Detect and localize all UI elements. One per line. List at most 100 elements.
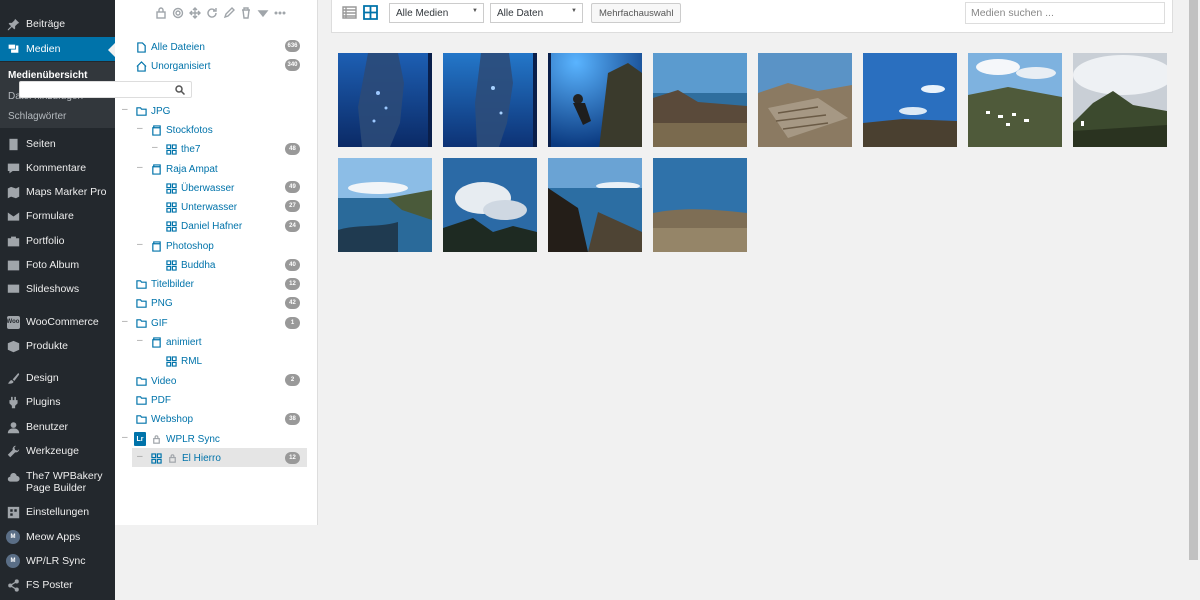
tree-collection-stockfotos[interactable]: Stockfotos xyxy=(150,121,213,139)
share-icon xyxy=(6,578,20,592)
tree-collection-raja-ampat[interactable]: Raja Ampat xyxy=(150,160,218,178)
menu-item-maps-marker-pro[interactable]: Maps Marker Pro xyxy=(0,180,115,204)
menu-item-the7-wpbakery[interactable]: The7 WPBakery Page Builder xyxy=(0,467,115,497)
list-view-icon[interactable] xyxy=(342,5,358,21)
tree-label: PNG xyxy=(151,297,173,309)
gallery-icon xyxy=(165,201,177,213)
media-thumbnail[interactable] xyxy=(443,53,537,147)
tree-label: the7 xyxy=(181,143,201,155)
tree-collection-photoshop[interactable]: Photoshop xyxy=(150,237,214,255)
bulk-select-button[interactable]: Mehrfachauswahl xyxy=(591,3,682,23)
tree-unorganized[interactable]: Unorganisiert xyxy=(135,57,210,75)
tree-label: Buddha xyxy=(181,259,216,271)
move-icon[interactable] xyxy=(189,6,201,20)
settings-icon xyxy=(6,505,20,519)
submenu-media-library[interactable]: Medienübersicht xyxy=(8,70,87,81)
page-scrollbar[interactable] xyxy=(1188,0,1200,600)
tree-gallery-ueberwasser[interactable]: Überwasser xyxy=(165,179,234,197)
menu-item-design[interactable]: Design xyxy=(0,366,115,390)
tree-label: Überwasser xyxy=(181,182,235,194)
tree-label: Photoshop xyxy=(166,240,214,252)
menu-item-produkte[interactable]: Produkte xyxy=(0,334,115,358)
tree-folder-pdf[interactable]: PDF xyxy=(135,391,171,409)
tree-label: GIF xyxy=(151,317,168,329)
menu-item-beitraege[interactable]: Beiträge xyxy=(0,12,115,36)
media-thumbnail[interactable] xyxy=(758,53,852,147)
menu-item-kommentare[interactable]: Kommentare xyxy=(0,156,115,180)
tree-folder-webshop[interactable]: Webshop xyxy=(135,410,193,428)
menu-item-seiten[interactable]: Seiten xyxy=(0,132,115,156)
home-icon xyxy=(135,60,147,72)
submenu-tags[interactable]: Schlagwörter xyxy=(8,111,66,122)
media-thumbnail[interactable] xyxy=(653,53,747,147)
menu-item-portfolio[interactable]: Portfolio xyxy=(0,229,115,253)
media-search-input[interactable] xyxy=(965,2,1165,24)
tree-gallery-daniel-hafner[interactable]: Daniel Hafner xyxy=(165,217,242,235)
menu-item-meow-apps[interactable]: M Meow Apps xyxy=(0,525,115,549)
tree-gallery-the7[interactable]: the7 xyxy=(165,140,200,158)
tree-label: Alle Dateien xyxy=(151,41,205,53)
tree-gallery-buddha[interactable]: Buddha xyxy=(165,256,215,274)
menu-item-einstellungen[interactable]: Einstellungen xyxy=(0,500,115,524)
count-badge: 38 xyxy=(285,413,300,425)
lock-icon[interactable] xyxy=(155,6,167,20)
scrollbar-thumb[interactable] xyxy=(1189,0,1198,560)
collection-icon xyxy=(150,336,162,348)
tree-connector: – xyxy=(122,316,128,327)
tree-search-input[interactable] xyxy=(19,81,192,98)
menu-item-benutzer[interactable]: Benutzer xyxy=(0,415,115,439)
active-menu-indicator xyxy=(108,43,115,57)
trash-icon[interactable] xyxy=(240,6,252,20)
media-thumbnail[interactable] xyxy=(968,53,1062,147)
menu-item-wplr-sync[interactable]: M WP/LR Sync xyxy=(0,549,115,573)
tree-collection-animiert[interactable]: animiert xyxy=(150,333,202,351)
media-thumbnail[interactable] xyxy=(548,53,642,147)
menu-label: Werkzeuge xyxy=(26,445,79,457)
media-thumbnail[interactable] xyxy=(653,158,747,252)
menu-item-formulare[interactable]: Formulare xyxy=(0,204,115,228)
gallery-icon xyxy=(165,355,177,367)
tree-folder-titelbilder[interactable]: Titelbilder xyxy=(135,275,194,293)
count-badge: 1 xyxy=(285,317,300,329)
menu-label: Portfolio xyxy=(26,235,65,247)
tree-folder-video[interactable]: Video xyxy=(135,372,176,390)
menu-item-plugins[interactable]: Plugins xyxy=(0,390,115,414)
folder-icon xyxy=(135,297,147,309)
menu-item-medien[interactable]: Medien xyxy=(0,37,115,61)
media-thumbnail[interactable] xyxy=(1073,53,1167,147)
lock-icon xyxy=(166,452,178,464)
menu-label: Einstellungen xyxy=(26,506,90,518)
media-thumbnail[interactable] xyxy=(338,158,432,252)
gear-icon[interactable] xyxy=(172,6,184,20)
tree-gallery-rml[interactable]: RML xyxy=(165,352,202,370)
tree-label: Stockfotos xyxy=(166,124,213,136)
menu-item-werkzeuge[interactable]: Werkzeuge xyxy=(0,439,115,463)
tree-all-files[interactable]: Alle Dateien xyxy=(135,38,205,56)
menu-item-fs-poster[interactable]: FS Poster xyxy=(0,573,115,597)
tree-wplr-sync[interactable]: Lr WPLR Sync xyxy=(134,430,220,448)
tree-folder-png[interactable]: PNG xyxy=(135,294,173,312)
sort-icon[interactable] xyxy=(257,6,269,20)
tree-gallery-el-hierro[interactable]: El Hierro xyxy=(150,449,221,467)
date-select[interactable]: Alle Daten ▼ xyxy=(490,3,583,23)
menu-label: Foto Album xyxy=(26,259,80,271)
grid-view-icon[interactable] xyxy=(363,5,379,21)
media-thumbnail[interactable] xyxy=(863,53,957,147)
count-badge: 340 xyxy=(285,59,300,71)
menu-item-foto-album[interactable]: Foto Album xyxy=(0,253,115,277)
media-thumbnail[interactable] xyxy=(338,53,432,147)
tree-folder-jpg[interactable]: JPG xyxy=(135,102,170,120)
tree-folder-gif[interactable]: GIF xyxy=(135,314,168,332)
tree-connector: – xyxy=(137,335,143,346)
media-type-select[interactable]: Alle Medien ▼ xyxy=(389,3,484,23)
menu-item-slideshows[interactable]: Slideshows xyxy=(0,277,115,301)
refresh-icon[interactable] xyxy=(206,6,218,20)
tree-gallery-unterwasser[interactable]: Unterwasser xyxy=(165,198,237,216)
media-thumbnail[interactable] xyxy=(548,158,642,252)
more-icon[interactable] xyxy=(274,6,286,20)
menu-item-woocommerce[interactable]: Woo WooCommerce xyxy=(0,310,115,334)
media-thumbnail[interactable] xyxy=(443,158,537,252)
folder-icon xyxy=(135,375,147,387)
tree-connector: – xyxy=(137,123,143,134)
edit-icon[interactable] xyxy=(223,6,235,20)
